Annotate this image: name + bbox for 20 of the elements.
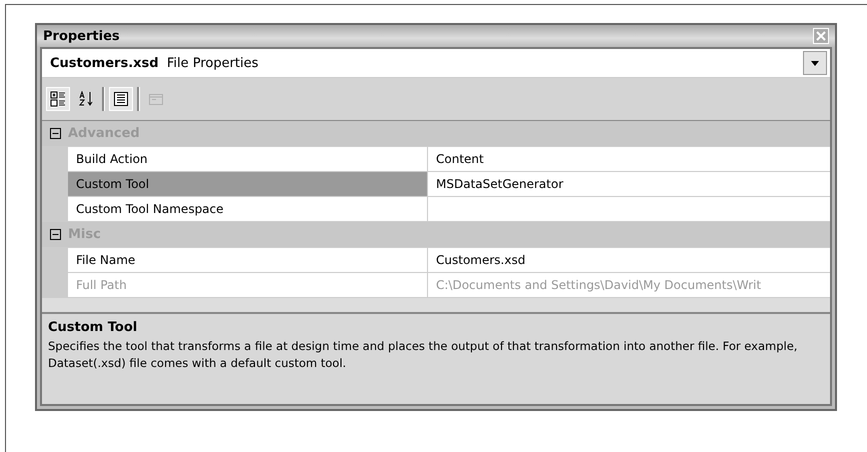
property-value[interactable]: MSDataSetGenerator — [428, 172, 830, 196]
value-field[interactable] — [428, 197, 830, 221]
property-name[interactable]: File Name — [68, 248, 428, 272]
property-name[interactable]: Custom Tool — [68, 172, 428, 196]
description-title: Custom Tool — [48, 320, 138, 335]
property-list-icon — [113, 91, 129, 107]
toolbar-button[interactable] — [46, 87, 70, 111]
caret-icon — [811, 60, 819, 66]
property-value[interactable]: Customers.xsd — [428, 248, 830, 272]
categorized-icon — [50, 91, 66, 107]
property-name[interactable]: Custom Tool Namespace — [68, 197, 428, 221]
window-icon — [148, 91, 164, 107]
property-name[interactable]: Build Action — [68, 147, 428, 171]
property-value[interactable]: Content — [428, 147, 830, 171]
panel-title: Properties — [43, 28, 120, 44]
dropdown-button[interactable] — [803, 51, 827, 75]
sort-icon — [78, 91, 94, 107]
description-text: Specifies the tool that transforms a file at design time and places the output of that transformation into another file. For example, Dataset(.xsd) file comes with a default custom tool. — [48, 338, 798, 372]
toolbar-button[interactable] — [109, 87, 133, 111]
object-selector[interactable]: Customers.xsd File Properties — [42, 49, 830, 78]
